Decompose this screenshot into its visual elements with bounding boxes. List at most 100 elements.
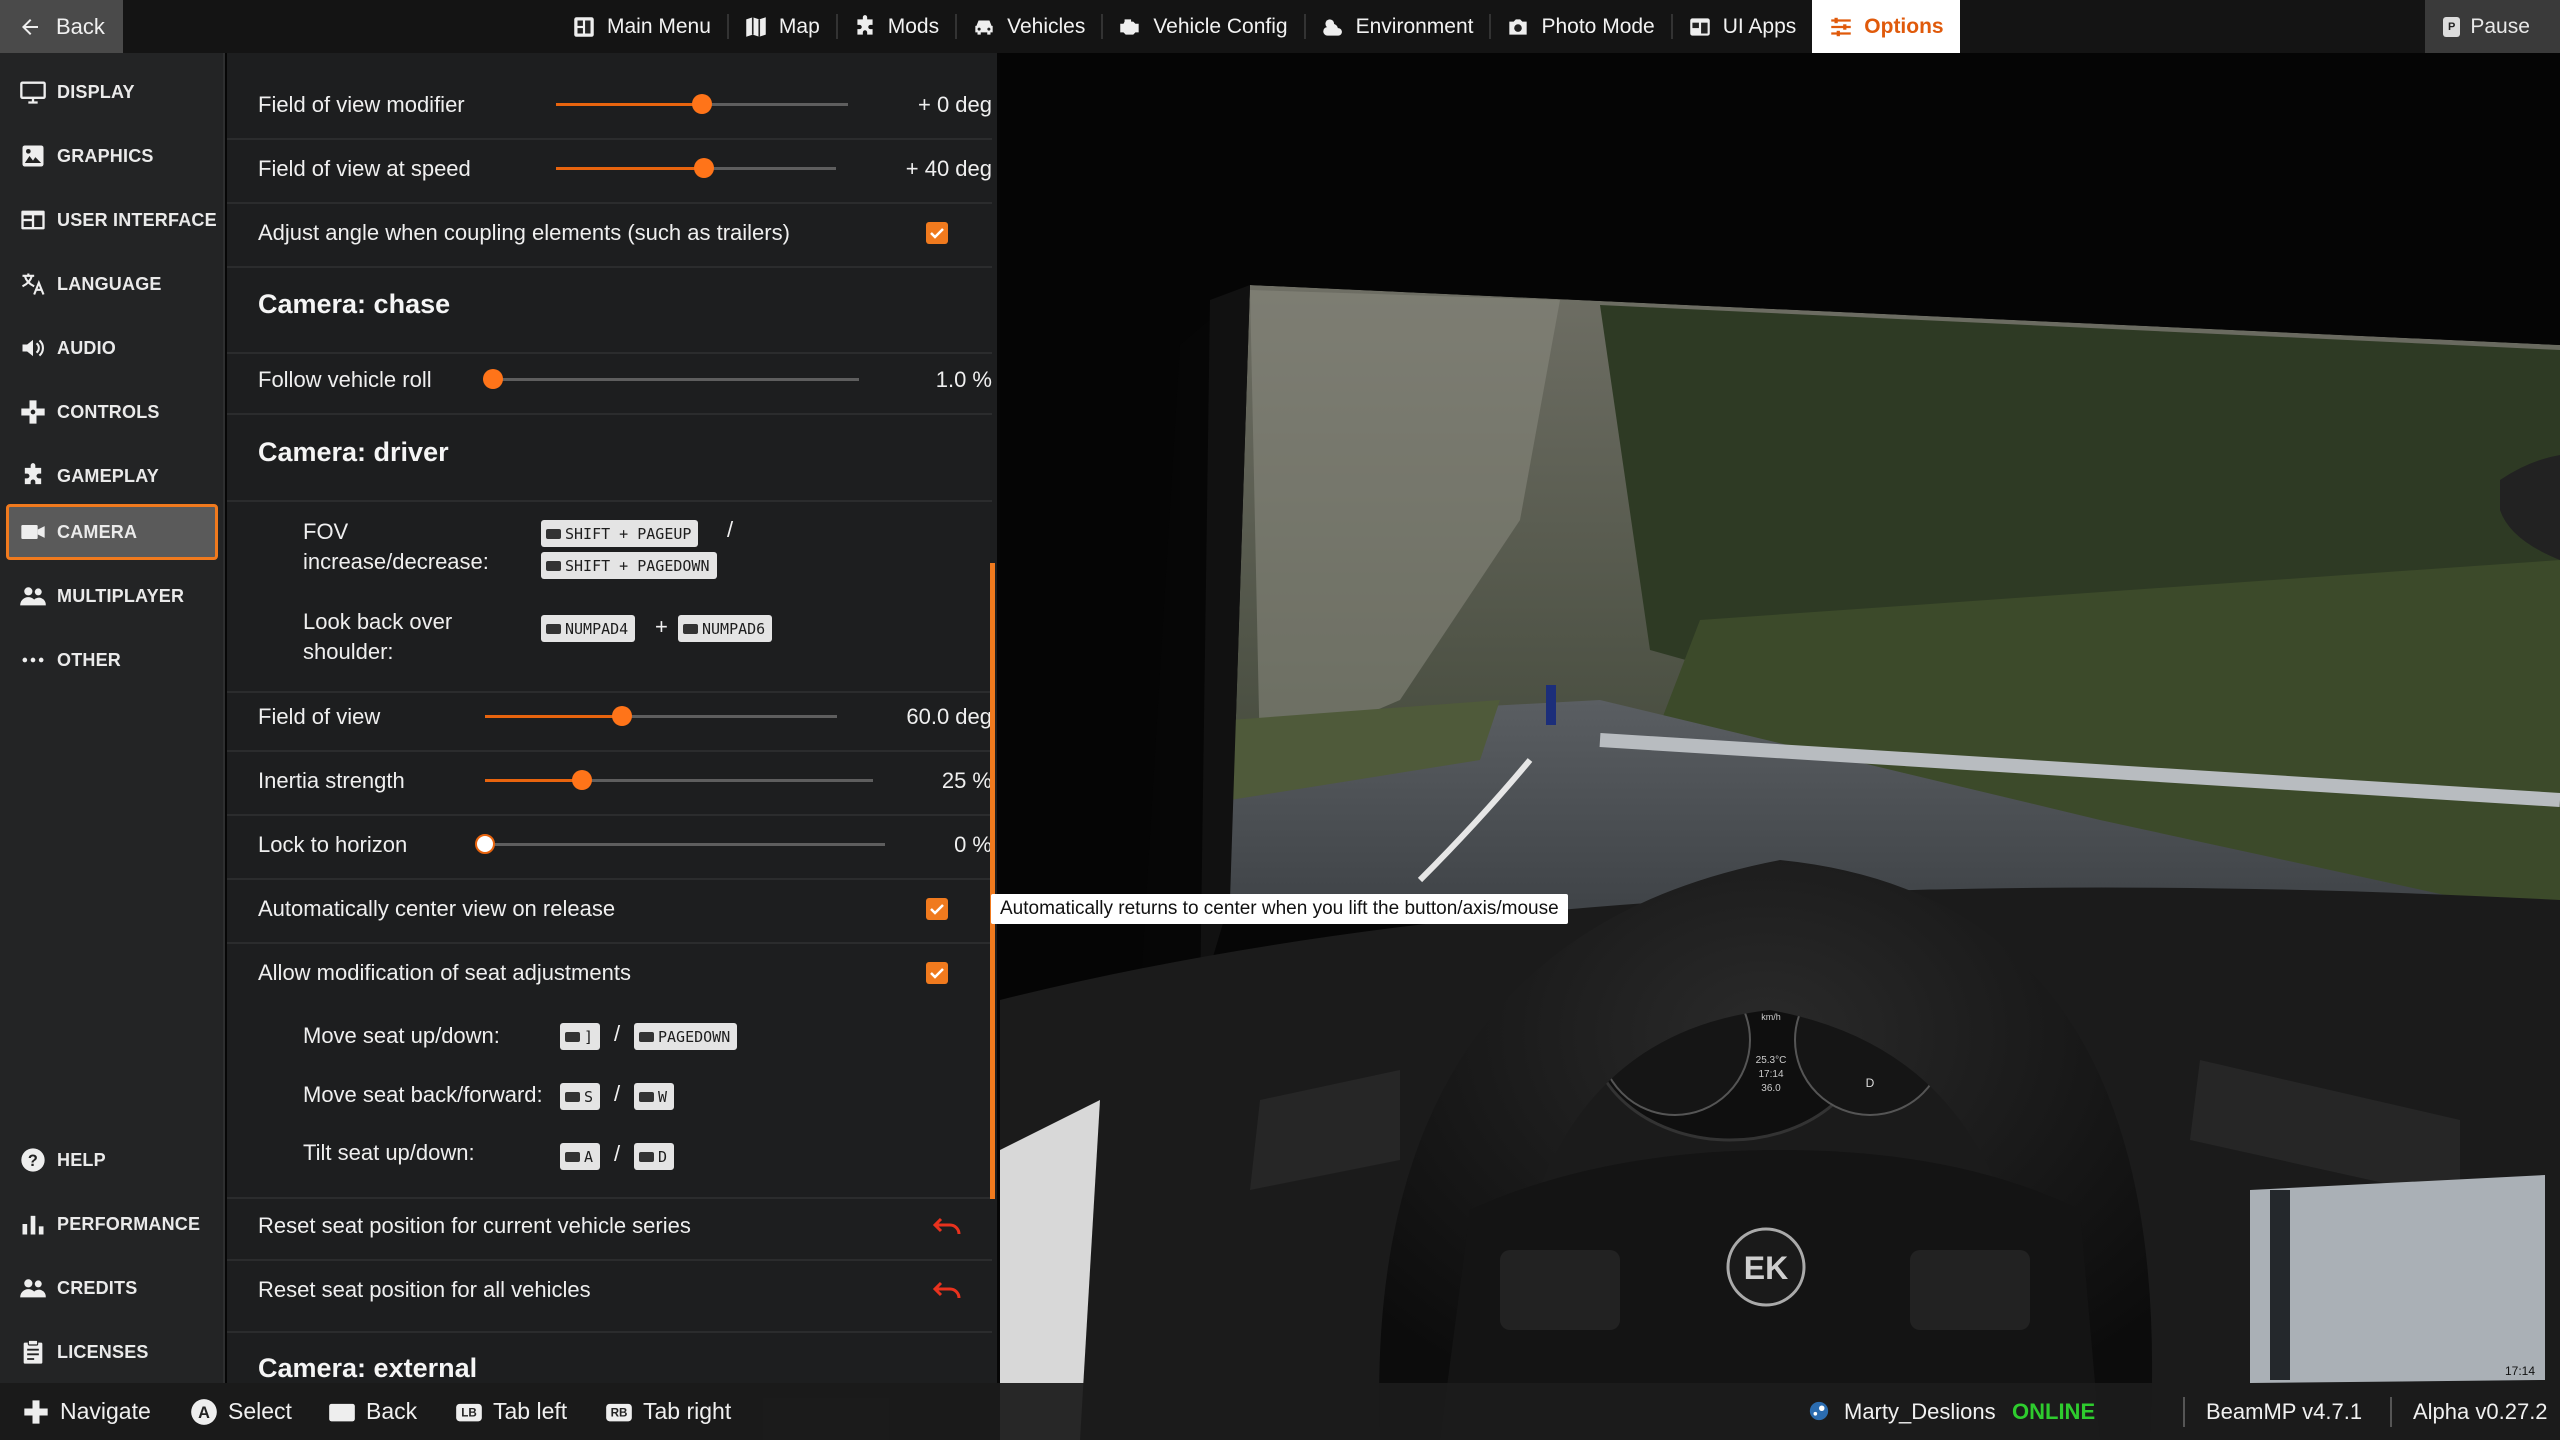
sidebar-item-other[interactable]: OTHER	[6, 632, 218, 688]
keybind-seat-forward[interactable]: W	[634, 1083, 675, 1110]
ui-icon	[21, 210, 45, 230]
sidebar-item-help[interactable]: ? HELP	[6, 1132, 218, 1188]
translate-icon	[22, 273, 45, 295]
inertia-slider[interactable]	[485, 770, 873, 790]
hint-tab-right[interactable]: RB Tab right	[605, 1383, 731, 1440]
hint-label: Tab left	[493, 1398, 568, 1424]
keyboard-icon	[565, 1031, 580, 1042]
nav-vehicles[interactable]: Vehicles	[955, 0, 1101, 53]
seat-modification-checkbox[interactable]	[926, 962, 948, 984]
slider-knob[interactable]	[694, 158, 715, 178]
keybind-fov-increase[interactable]: SHIFT + PAGEUP	[541, 520, 699, 547]
sidebar-item-controls[interactable]: CONTROLS	[6, 384, 218, 440]
slider-knob[interactable]	[475, 834, 495, 854]
keybind-text: NUMPAD4	[565, 619, 629, 638]
sidebar-item-performance[interactable]: PERFORMANCE	[6, 1196, 218, 1252]
slider-fill	[485, 779, 582, 782]
sidebar-item-language[interactable]: LANGUAGE	[6, 256, 218, 312]
keybind-tilt-down[interactable]: D	[634, 1143, 675, 1170]
car-logo: EK	[1744, 1250, 1788, 1286]
sidebar-item-licenses[interactable]: LICENSES	[6, 1324, 218, 1380]
svg-text:?: ?	[28, 1152, 38, 1170]
panel-scrollbar[interactable]	[990, 563, 995, 1199]
setting-label: Field of view	[258, 704, 381, 729]
keyboard-icon	[546, 560, 561, 571]
nav-map[interactable]: Map	[726, 0, 836, 53]
hint-back[interactable]: Back	[328, 1383, 417, 1440]
keybind-text: SHIFT + PAGEDOWN	[565, 556, 710, 575]
nav-ui-apps[interactable]: UI Apps	[1670, 0, 1813, 53]
keybind-look-back-1[interactable]: NUMPAD4	[541, 615, 636, 642]
fov-speed-slider[interactable]	[556, 158, 836, 178]
setting-label: Field of view modifier	[258, 92, 465, 117]
fov-slider[interactable]	[485, 706, 837, 726]
setting-label: Allow modification of seat adjustments	[258, 960, 631, 985]
people-icon	[20, 1279, 46, 1298]
keybind-seat-up[interactable]: ]	[560, 1023, 601, 1050]
adjust-angle-checkbox[interactable]	[926, 222, 948, 244]
setting-reset-current[interactable]: Reset seat position for current vehicle …	[227, 1206, 992, 1246]
lb-button-icon: LB	[456, 1403, 482, 1421]
section-title-driver: Camera: driver	[258, 437, 449, 467]
setting-inertia: Inertia strength 25 %	[227, 761, 992, 801]
hint-select[interactable]: A Select	[190, 1383, 292, 1440]
setting-value: 25 %	[941, 768, 992, 793]
engine-icon	[1120, 18, 1139, 35]
setting-label: Reset seat position for all vehicles	[258, 1277, 591, 1302]
nav-main-menu[interactable]: Main Menu	[555, 0, 727, 53]
undo-icon[interactable]	[933, 1279, 963, 1301]
keybind-seat-back[interactable]: S	[560, 1083, 601, 1110]
keybind-look-back-2[interactable]: NUMPAD6	[678, 615, 773, 642]
keybind-fov-decrease[interactable]: SHIFT + PAGEDOWN	[541, 552, 717, 579]
nav-photo-mode-label: Photo Mode	[1541, 14, 1655, 38]
nav-options[interactable]: Options	[1812, 0, 1960, 53]
keybind-seat-down[interactable]: PAGEDOWN	[634, 1023, 738, 1050]
slider-knob[interactable]	[482, 369, 503, 389]
undo-icon[interactable]	[933, 1215, 963, 1237]
setting-value: + 0 deg	[917, 92, 992, 117]
back-button[interactable]: Back	[0, 0, 123, 53]
setting-adjust-angle: Adjust angle when coupling elements (suc…	[227, 213, 992, 253]
divider	[227, 814, 992, 816]
sidebar-item-label: GAMEPLAY	[57, 465, 159, 486]
fov-modifier-slider[interactable]	[556, 94, 848, 114]
sidebar-item-credits[interactable]: CREDITS	[6, 1260, 218, 1316]
setting-seat-backfwd: Move seat back/forward: S / W	[227, 1075, 992, 1115]
hint-navigate[interactable]: Navigate	[22, 1383, 151, 1440]
setting-reset-all[interactable]: Reset seat position for all vehicles	[227, 1270, 992, 1310]
slider-knob[interactable]	[692, 94, 712, 114]
nav-environment-label: Environment	[1355, 14, 1474, 38]
pause-button[interactable]: P Pause	[2425, 0, 2560, 53]
keybind-text: A	[584, 1147, 594, 1166]
bars-icon	[22, 1215, 44, 1235]
lock-horizon-slider[interactable]	[475, 834, 885, 854]
nav-vehicle-config-label: Vehicle Config	[1153, 14, 1288, 38]
sidebar-item-label: CONTROLS	[57, 401, 160, 422]
sidebar-item-audio[interactable]: AUDIO	[6, 320, 218, 376]
auto-center-checkbox[interactable]	[926, 898, 948, 920]
sidebar-item-graphics[interactable]: GRAPHICS	[6, 128, 218, 184]
slider-knob[interactable]	[572, 770, 592, 790]
keybind-tilt-up[interactable]: A	[560, 1143, 601, 1170]
nav-photo-mode[interactable]: Photo Mode	[1489, 0, 1670, 53]
username: Marty_Deslions	[1844, 1398, 1996, 1424]
sidebar-item-multiplayer[interactable]: MULTIPLAYER	[6, 568, 218, 624]
setting-fov-keys: FOV increase/decrease: SHIFT + PAGEUP / …	[227, 515, 992, 585]
hint-tab-left[interactable]: LB Tab left	[455, 1383, 567, 1440]
pause-key-badge: P	[2443, 16, 2461, 37]
cluster-clock: 17:14	[1758, 1069, 1783, 1080]
setting-follow-roll: Follow vehicle roll 1.0 %	[227, 360, 992, 400]
nav-environment[interactable]: Environment	[1303, 0, 1490, 53]
sidebar-item-display[interactable]: DISPLAY	[6, 64, 218, 120]
slider-knob[interactable]	[612, 706, 633, 726]
sidebar-item-camera[interactable]: CAMERA	[6, 504, 218, 560]
nav-mods[interactable]: Mods	[835, 0, 955, 53]
sidebar-item-user-interface[interactable]: USER INTERFACE	[6, 192, 218, 248]
keyboard-icon	[639, 1031, 654, 1042]
sidebar-item-gameplay[interactable]: GAMEPLAY	[6, 448, 218, 504]
follow-roll-slider[interactable]	[482, 369, 859, 389]
camera-icon	[1509, 18, 1528, 35]
svg-text:RB: RB	[611, 1406, 628, 1419]
nav-vehicle-config[interactable]: Vehicle Config	[1101, 0, 1303, 53]
screen-clock: 17:14	[2505, 1364, 2535, 1378]
